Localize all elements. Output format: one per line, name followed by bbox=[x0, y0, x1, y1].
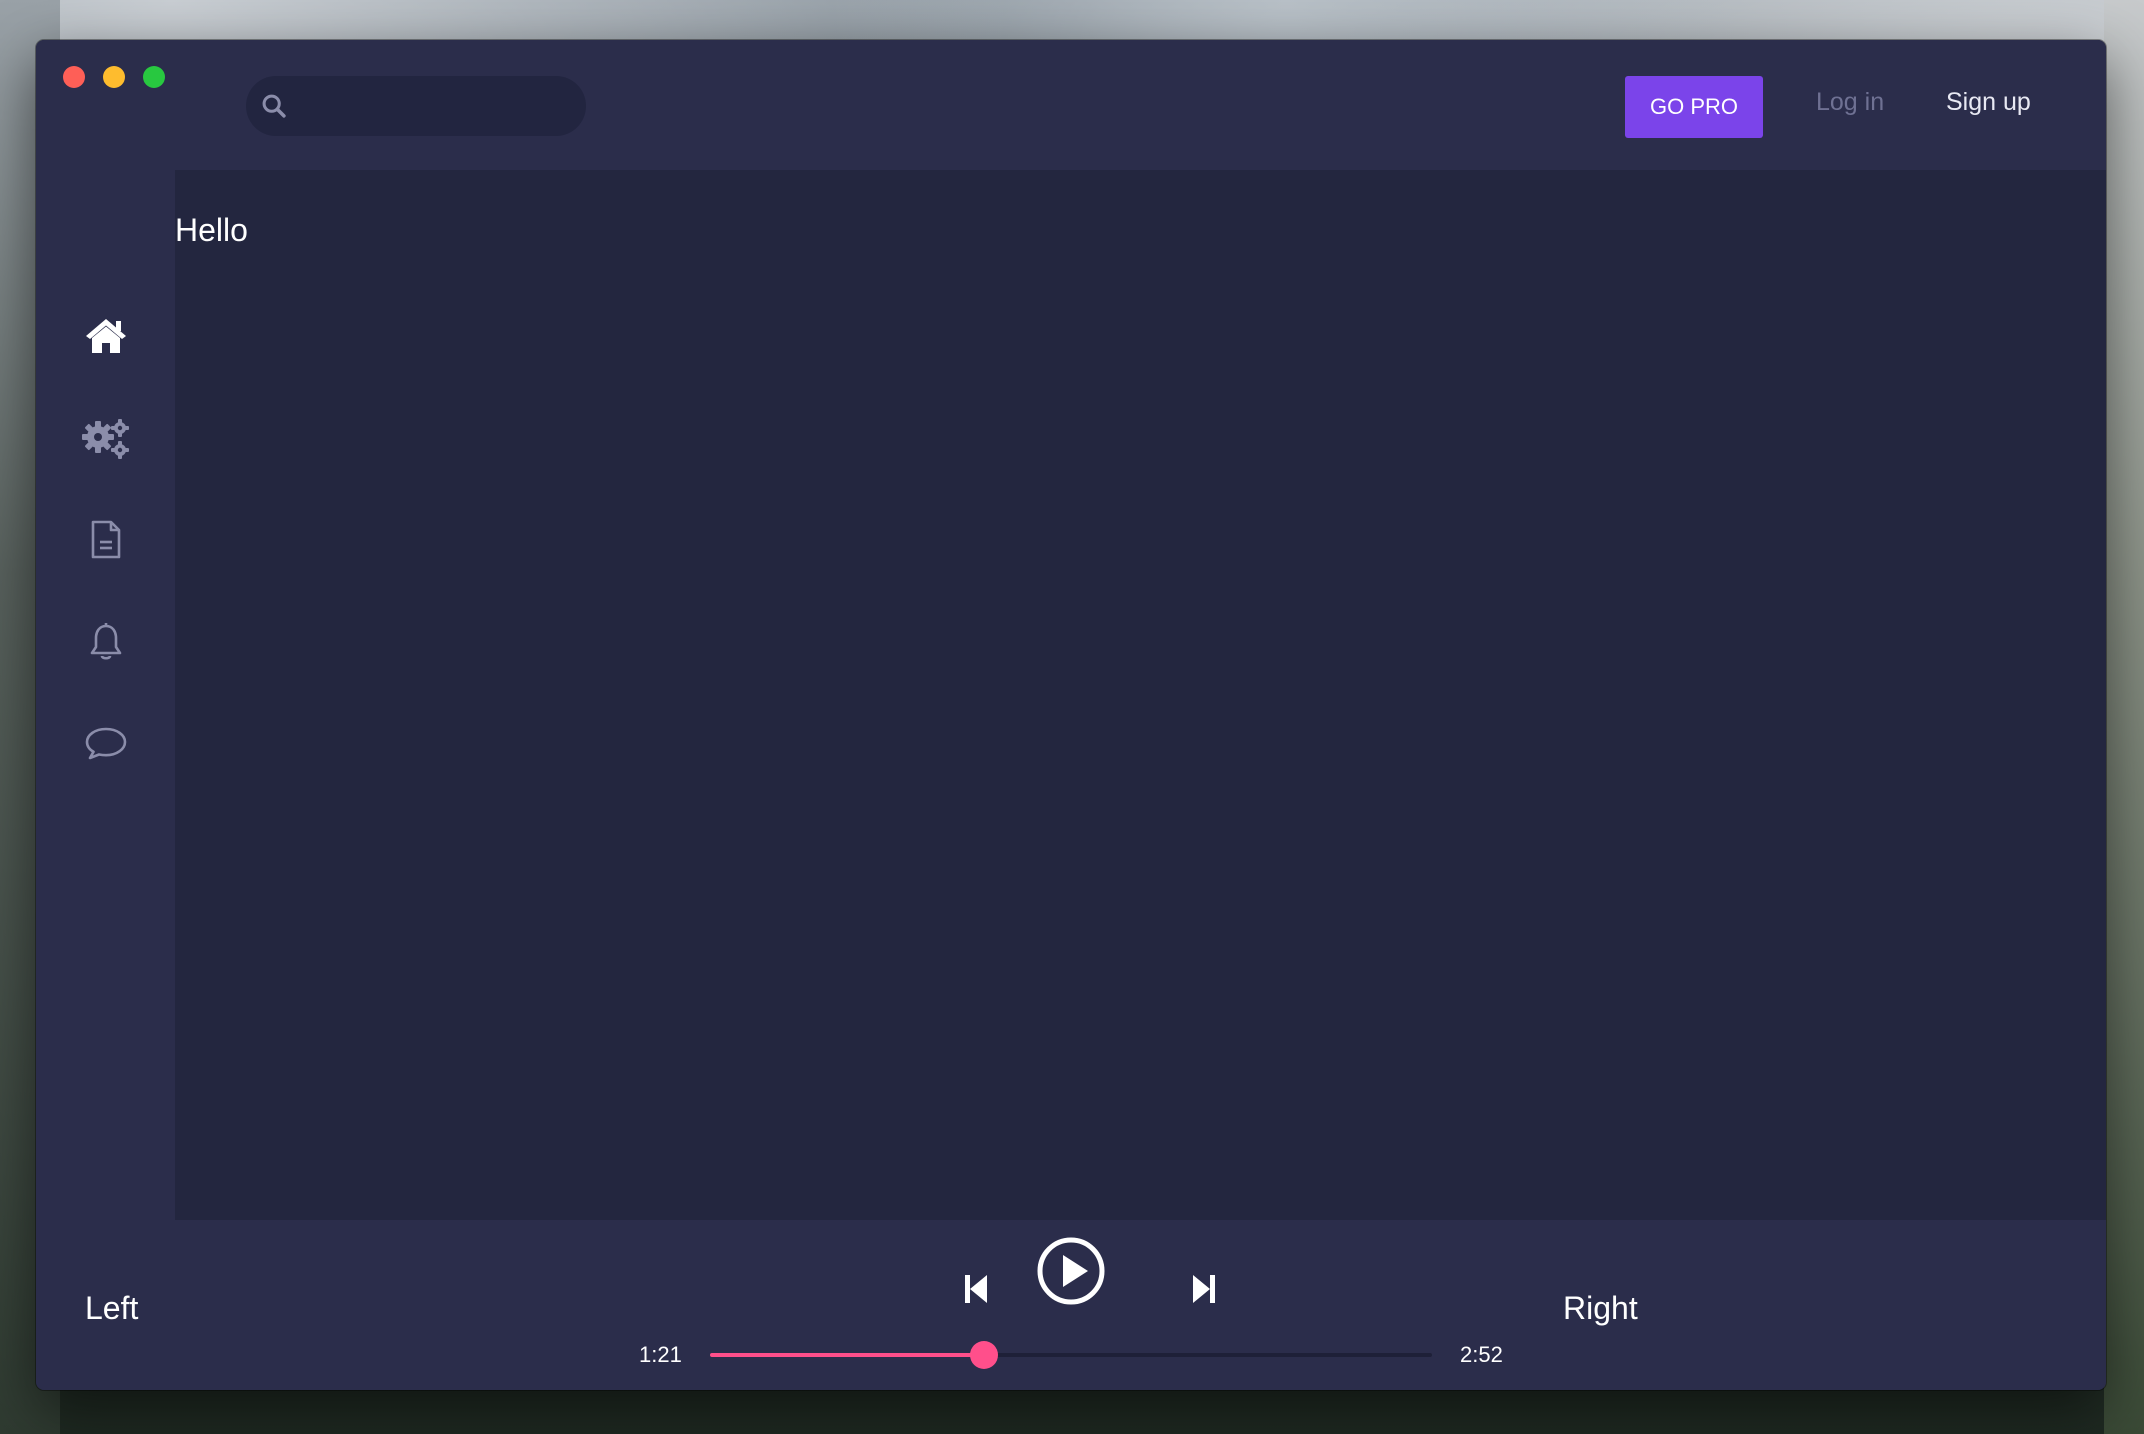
right-label: Right bbox=[1563, 1290, 1638, 1326]
window-maximize-button[interactable] bbox=[143, 66, 165, 88]
header-bar: GO PRO Log in Sign up bbox=[36, 40, 2106, 170]
window-close-button[interactable] bbox=[63, 66, 85, 88]
sidebar-item-settings[interactable] bbox=[78, 412, 134, 468]
sidebar-item-documents[interactable] bbox=[78, 514, 134, 570]
sidebar-item-home[interactable] bbox=[78, 310, 134, 366]
window-minimize-button[interactable] bbox=[103, 66, 125, 88]
previous-track-button[interactable] bbox=[956, 1268, 996, 1314]
document-icon bbox=[89, 520, 123, 565]
total-time: 2:52 bbox=[1460, 1342, 1503, 1367]
skip-next-icon bbox=[1192, 1274, 1216, 1309]
bell-icon bbox=[88, 622, 124, 667]
left-label: Left bbox=[85, 1290, 139, 1326]
chat-bubble-icon bbox=[84, 725, 128, 768]
progress-fill bbox=[710, 1353, 985, 1357]
current-time: 1:21 bbox=[639, 1342, 682, 1367]
skip-previous-icon bbox=[964, 1274, 988, 1309]
settings-gears-icon bbox=[82, 417, 130, 464]
progress-slider[interactable] bbox=[710, 1341, 1432, 1369]
signup-link[interactable]: Sign up bbox=[1946, 88, 2031, 117]
play-button[interactable] bbox=[1036, 1236, 1106, 1311]
search-box[interactable] bbox=[246, 76, 586, 136]
login-link[interactable]: Log in bbox=[1816, 88, 1884, 117]
play-circle-icon bbox=[1036, 1236, 1106, 1311]
app-window: GO PRO Log in Sign up Hello Left Right 1… bbox=[36, 40, 2106, 1390]
home-icon bbox=[84, 316, 128, 361]
sidebar-item-notifications[interactable] bbox=[78, 616, 134, 672]
progress-handle[interactable] bbox=[970, 1341, 999, 1369]
next-track-button[interactable] bbox=[1184, 1268, 1224, 1314]
player-bar: Left Right 1:21 2:52 bbox=[36, 1220, 2106, 1390]
search-icon bbox=[260, 86, 288, 126]
greeting-text: Hello bbox=[175, 212, 248, 248]
main-content: Hello bbox=[175, 170, 2106, 1260]
go-pro-button[interactable]: GO PRO bbox=[1625, 76, 1763, 138]
sidebar bbox=[36, 170, 175, 1260]
search-input[interactable] bbox=[294, 92, 586, 120]
sidebar-item-messages[interactable] bbox=[78, 718, 134, 774]
